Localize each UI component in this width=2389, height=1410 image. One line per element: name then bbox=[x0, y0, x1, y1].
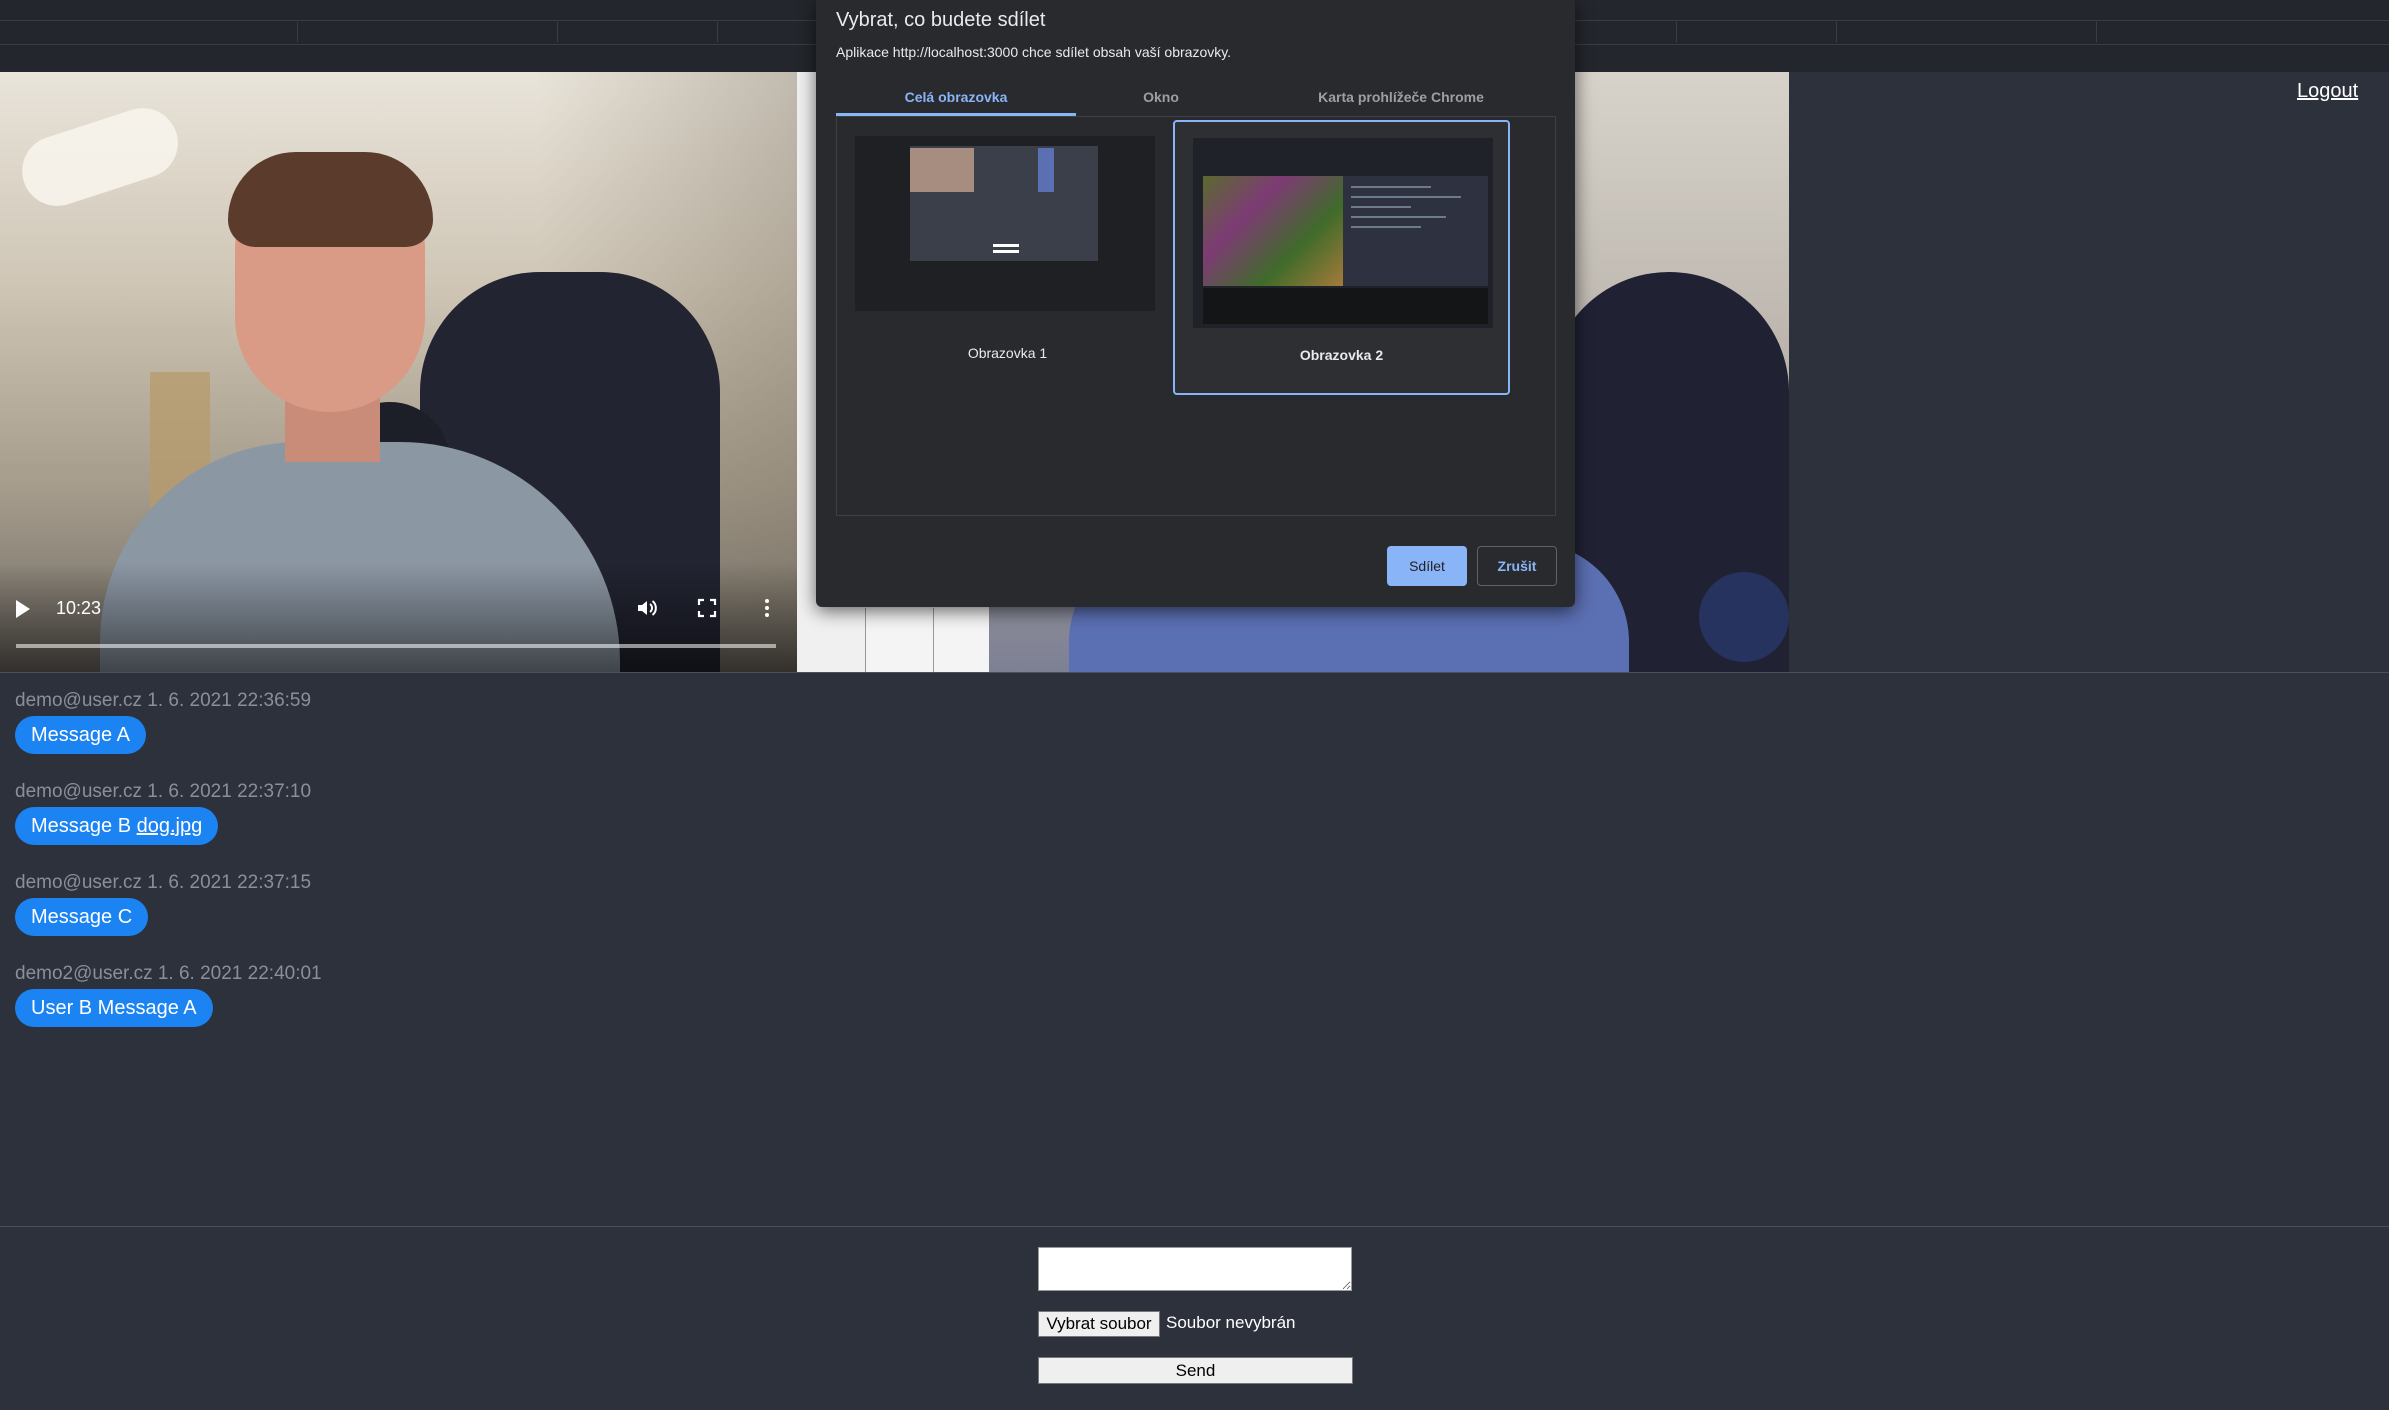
share-button[interactable]: Sdílet bbox=[1387, 546, 1467, 586]
file-status: Soubor nevybrán bbox=[1166, 1313, 1296, 1332]
video-progress-bar[interactable] bbox=[16, 644, 776, 648]
message-timestamp: 1. 6. 2021 22:37:10 bbox=[147, 781, 312, 802]
dialog-subtitle: Aplikace http://localhost:3000 chce sdíl… bbox=[836, 44, 1232, 60]
tab-entire-screen[interactable]: Celá obrazovka bbox=[836, 82, 1076, 116]
message-text: Message C bbox=[31, 906, 133, 928]
choose-file-button[interactable]: Vybrat soubor bbox=[1038, 1311, 1160, 1337]
screen-option-1[interactable]: Obrazovka 1 bbox=[839, 120, 1176, 395]
fullscreen-icon[interactable] bbox=[695, 596, 719, 620]
logout-link[interactable]: Logout bbox=[2297, 80, 2358, 103]
message-author: demo2@user.cz bbox=[15, 963, 153, 984]
message-item: demo@user.cz 1. 6. 2021 22:37:10 Message… bbox=[15, 781, 311, 845]
message-timestamp: 1. 6. 2021 22:40:01 bbox=[157, 963, 322, 984]
message-list: demo@user.cz 1. 6. 2021 22:36:59 Message… bbox=[0, 672, 2389, 1226]
screen-option-2[interactable]: Obrazovka 2 bbox=[1173, 120, 1510, 395]
divider bbox=[0, 1226, 2389, 1227]
more-vert-icon[interactable] bbox=[755, 596, 779, 620]
cancel-button[interactable]: Zrušit bbox=[1477, 546, 1557, 586]
message-text: Message B bbox=[31, 815, 132, 837]
screen-thumbnail bbox=[1193, 138, 1493, 328]
dialog-title: Vybrat, co budete sdílet bbox=[836, 9, 1046, 31]
attachment-link[interactable]: dog.jpg bbox=[137, 815, 203, 837]
dialog-tabs: Celá obrazovka Okno Karta prohlížeče Chr… bbox=[836, 82, 1556, 117]
message-timestamp: 1. 6. 2021 22:36:59 bbox=[147, 690, 312, 711]
video-controls: 10:23 bbox=[0, 72, 797, 672]
message-meta: demo@user.cz 1. 6. 2021 22:37:10 bbox=[15, 781, 311, 803]
message-bubble: Message A bbox=[15, 716, 146, 754]
tab-chrome-tab[interactable]: Karta prohlížeče Chrome bbox=[1246, 82, 1556, 116]
message-text: Message A bbox=[31, 724, 130, 746]
screen-share-dialog: Vybrat, co budete sdílet Aplikace http:/… bbox=[816, 0, 1575, 607]
message-meta: demo2@user.cz 1. 6. 2021 22:40:01 bbox=[15, 963, 322, 985]
play-icon[interactable] bbox=[16, 600, 30, 618]
message-author: demo@user.cz bbox=[15, 872, 143, 893]
local-video[interactable]: 10:23 bbox=[0, 72, 797, 672]
screen-thumbnail bbox=[855, 136, 1155, 311]
message-meta: demo@user.cz 1. 6. 2021 22:36:59 bbox=[15, 690, 311, 712]
message-bubble: Message C bbox=[15, 898, 149, 936]
video-time: 10:23 bbox=[56, 598, 102, 618]
screen-picker: Obrazovka 1 Obrazovka 2 bbox=[836, 116, 1556, 516]
tab-window[interactable]: Okno bbox=[1076, 82, 1246, 116]
message-timestamp: 1. 6. 2021 22:37:15 bbox=[147, 872, 312, 893]
message-input[interactable] bbox=[1038, 1247, 1352, 1291]
message-item: demo@user.cz 1. 6. 2021 22:36:59 Message… bbox=[15, 690, 311, 754]
screen-label: Obrazovka 2 bbox=[1299, 347, 1384, 363]
screen-label: Obrazovka 1 bbox=[967, 345, 1048, 361]
message-author: demo@user.cz bbox=[15, 690, 143, 711]
message-bubble: Message B dog.jpg bbox=[15, 807, 219, 845]
message-item: demo@user.cz 1. 6. 2021 22:37:15 Message… bbox=[15, 872, 311, 936]
send-button[interactable]: Send bbox=[1038, 1357, 1353, 1384]
message-bubble: User B Message A bbox=[15, 989, 213, 1027]
message-meta: demo@user.cz 1. 6. 2021 22:37:15 bbox=[15, 872, 311, 894]
message-author: demo@user.cz bbox=[15, 781, 143, 802]
message-text: User B Message A bbox=[31, 997, 197, 1019]
volume-icon[interactable] bbox=[635, 596, 659, 620]
chair-armrest bbox=[1699, 572, 1789, 662]
message-item: demo2@user.cz 1. 6. 2021 22:40:01 User B… bbox=[15, 963, 322, 1027]
